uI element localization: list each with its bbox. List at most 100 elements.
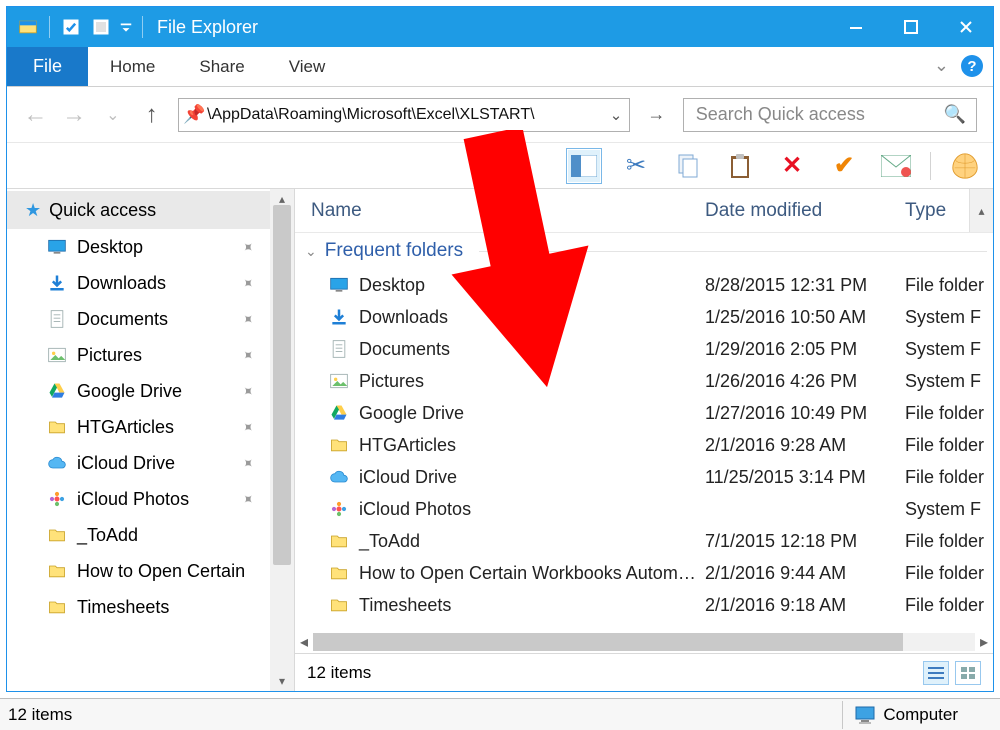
properties-icon[interactable]: [56, 12, 86, 42]
item-date: 1/25/2016 10:50 AM: [705, 307, 905, 328]
column-type[interactable]: Type: [905, 200, 969, 222]
up-button[interactable]: ↑: [139, 102, 164, 128]
tab-view[interactable]: View: [267, 47, 348, 86]
shell-extension-icon[interactable]: [947, 148, 983, 184]
column-date[interactable]: Date modified: [705, 200, 905, 222]
sidebar-item-icloud-photos[interactable]: iCloud Photos ✦: [7, 481, 270, 517]
sidebar-item-how-to-open-certain[interactable]: How to Open Certain: [7, 553, 270, 589]
list-item[interactable]: How to Open Certain Workbooks Autom…2/1/…: [295, 557, 993, 589]
quick-access-header[interactable]: ★ Quick access: [7, 191, 270, 229]
search-input[interactable]: [694, 103, 944, 126]
recent-dropdown-icon[interactable]: ⌄: [101, 102, 126, 128]
item-type: File folder: [905, 275, 993, 296]
delete-button[interactable]: ✕: [774, 148, 810, 184]
chevron-down-icon: ⌄: [305, 243, 317, 260]
scroll-down-icon[interactable]: ▾: [270, 671, 294, 691]
list-item[interactable]: Pictures1/26/2016 4:26 PMSystem F: [295, 365, 993, 397]
view-details-button[interactable]: [923, 661, 949, 685]
file-list: Name Date modified Type ▴ ⌄ Frequent fol…: [295, 189, 993, 691]
back-button[interactable]: ←: [23, 102, 48, 128]
computer-indicator[interactable]: Computer: [842, 701, 992, 729]
sidebar-item-documents[interactable]: Documents✦: [7, 301, 270, 337]
item-type: File folder: [905, 595, 993, 616]
address-history-icon[interactable]: ⌄: [607, 106, 625, 124]
pin-icon: ✦: [238, 489, 258, 509]
item-date: 7/1/2015 12:18 PM: [705, 531, 905, 552]
list-item[interactable]: iCloud Drive11/25/2015 3:14 PMFile folde…: [295, 461, 993, 493]
tab-share[interactable]: Share: [177, 47, 266, 86]
copy-button[interactable]: [670, 148, 706, 184]
mail-button[interactable]: [878, 148, 914, 184]
sidebar-item--toadd[interactable]: _ToAdd: [7, 517, 270, 553]
item-type: System F: [905, 339, 993, 360]
ribbon: File Home Share View ⌄ ?: [7, 47, 993, 87]
go-button[interactable]: →: [644, 104, 669, 125]
list-item[interactable]: Downloads1/25/2016 10:50 AMSystem F: [295, 301, 993, 333]
minimize-button[interactable]: [828, 7, 883, 47]
address-input[interactable]: [205, 105, 607, 125]
window: File Explorer File Home Share View ⌄ ? ←…: [6, 6, 994, 692]
list-item[interactable]: iCloud PhotosSystem F: [295, 493, 993, 525]
maximize-button[interactable]: [883, 7, 938, 47]
item-name: Documents: [359, 339, 450, 360]
list-item[interactable]: Documents1/29/2016 2:05 PMSystem F: [295, 333, 993, 365]
confirm-button[interactable]: ✔: [826, 148, 862, 184]
close-button[interactable]: [938, 7, 993, 47]
ribbon-collapse-icon[interactable]: ⌄: [934, 55, 949, 76]
list-item[interactable]: Google Drive1/27/2016 10:49 PMFile folde…: [295, 397, 993, 429]
tab-file[interactable]: File: [7, 47, 88, 86]
sidebar-item-label: Pictures: [77, 345, 142, 366]
content-scroll-up-icon[interactable]: ▴: [969, 189, 993, 232]
group-label: Frequent folders: [325, 240, 463, 262]
computer-label: Computer: [883, 705, 958, 725]
cut-button[interactable]: ✂: [618, 148, 654, 184]
item-name: Desktop: [359, 275, 425, 296]
sidebar-item-label: Documents: [77, 309, 168, 330]
scroll-right-icon[interactable]: ▸: [975, 632, 993, 652]
preview-pane-button[interactable]: [566, 148, 602, 184]
pin-icon: ✦: [238, 237, 258, 257]
sidebar-item-timesheets[interactable]: Timesheets: [7, 589, 270, 625]
sidebar-item-label: Timesheets: [77, 597, 169, 618]
search-icon[interactable]: 🔍: [944, 104, 966, 125]
quick-access-dropdown-icon[interactable]: [116, 12, 136, 42]
hscroll-thumb[interactable]: [313, 633, 903, 651]
group-header[interactable]: ⌄ Frequent folders: [295, 233, 993, 269]
toolbar: ✂ ✕ ✔: [7, 143, 993, 189]
outer-item-count: 12 items: [8, 705, 72, 725]
list-item[interactable]: HTGArticles2/1/2016 9:28 AMFile folder: [295, 429, 993, 461]
scroll-left-icon[interactable]: ◂: [295, 632, 313, 652]
sidebar-item-label: How to Open Certain: [77, 561, 245, 582]
sidebar-item-label: iCloud Photos: [77, 489, 189, 510]
view-large-button[interactable]: [955, 661, 981, 685]
sidebar-item-label: iCloud Drive: [77, 453, 175, 474]
forward-button[interactable]: →: [62, 102, 87, 128]
item-name: iCloud Photos: [359, 499, 471, 520]
outer-status-bar: 12 items Computer: [0, 698, 1000, 730]
item-name: How to Open Certain Workbooks Autom…: [359, 563, 696, 584]
new-folder-icon[interactable]: [86, 12, 116, 42]
sidebar-item-pictures[interactable]: Pictures✦: [7, 337, 270, 373]
sidebar-item-label: Google Drive: [77, 381, 182, 402]
scroll-thumb[interactable]: [273, 205, 291, 565]
item-date: 2/1/2016 9:28 AM: [705, 435, 905, 456]
list-item[interactable]: Timesheets2/1/2016 9:18 AMFile folder: [295, 589, 993, 621]
paste-button[interactable]: [722, 148, 758, 184]
address-bar[interactable]: 📌 ⌄: [178, 98, 630, 132]
sidebar-item-htgarticles[interactable]: HTGArticles✦: [7, 409, 270, 445]
search-box[interactable]: 🔍: [683, 98, 977, 132]
sidebar-item-desktop[interactable]: Desktop✦: [7, 229, 270, 265]
column-name[interactable]: Name: [295, 200, 705, 222]
sidebar-item-icloud-drive[interactable]: iCloud Drive✦: [7, 445, 270, 481]
list-item[interactable]: _ToAdd7/1/2015 12:18 PMFile folder: [295, 525, 993, 557]
tab-home[interactable]: Home: [88, 47, 177, 86]
sidebar-scrollbar[interactable]: ▴ ▾: [270, 189, 294, 691]
sidebar-item-google-drive[interactable]: Google Drive✦: [7, 373, 270, 409]
sidebar-item-downloads[interactable]: Downloads✦: [7, 265, 270, 301]
sidebar-item-label: _ToAdd: [77, 525, 138, 546]
list-item[interactable]: Desktop8/28/2015 12:31 PMFile folder: [295, 269, 993, 301]
pin-icon: 📌: [183, 104, 205, 125]
horizontal-scrollbar[interactable]: ◂ ▸: [295, 631, 993, 653]
computer-icon: [855, 706, 875, 724]
help-button[interactable]: ?: [961, 55, 983, 77]
